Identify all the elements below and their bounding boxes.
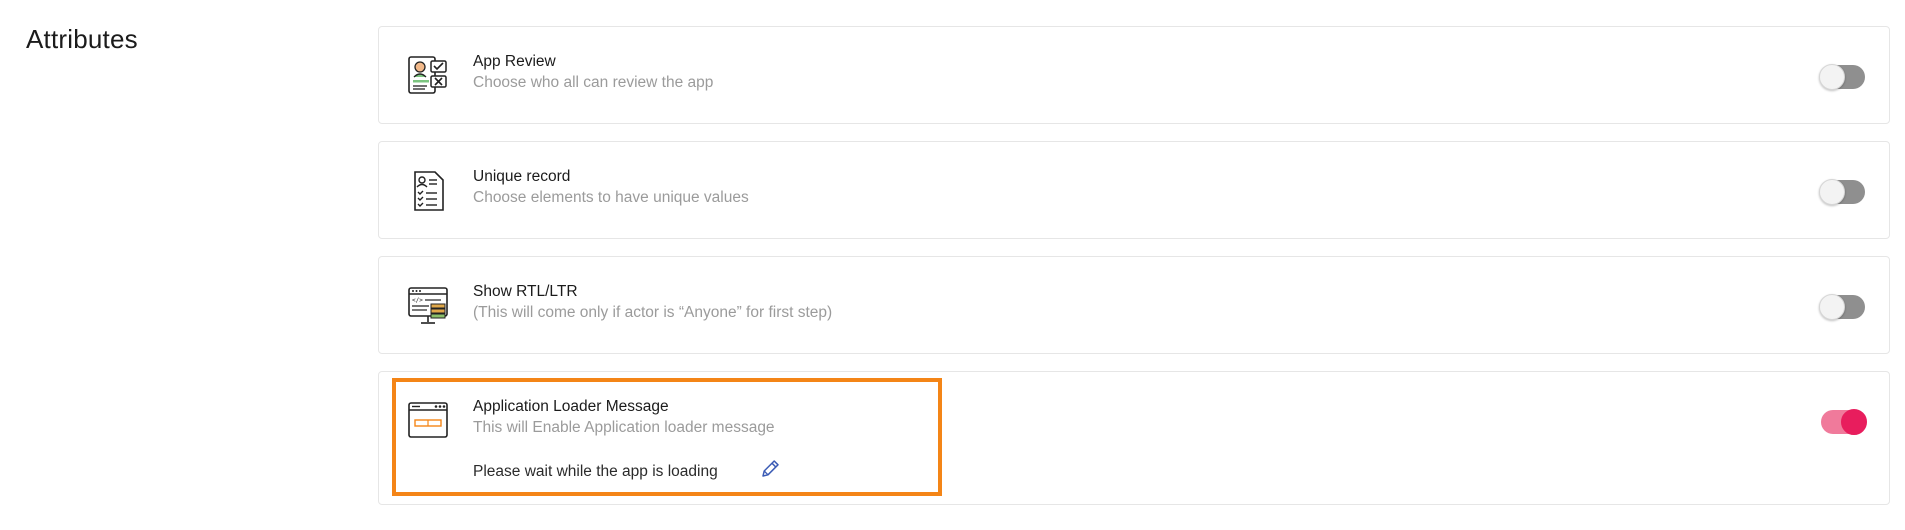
card-subtitle: Choose elements to have unique values	[473, 189, 749, 206]
loader-message-text: Please wait while the app is loading	[473, 463, 718, 480]
unique-record-icon	[414, 171, 444, 211]
svg-text:</>: </>	[412, 297, 423, 304]
application-loader-toggle[interactable]	[1821, 409, 1867, 435]
section-title: Attributes	[26, 24, 138, 54]
card-title: App Review	[473, 53, 556, 70]
card-title: Application Loader Message	[473, 398, 669, 415]
card-title: Show RTL/LTR	[473, 283, 578, 300]
unique-record-toggle[interactable]	[1819, 179, 1865, 205]
rtl-ltr-toggle[interactable]	[1819, 294, 1865, 320]
application-loader-card: Application Loader Message This will Ena…	[378, 371, 1890, 505]
toggle-knob	[1819, 294, 1845, 320]
app-review-icon	[408, 56, 447, 94]
unique-record-card: Unique record Choose elements to have un…	[378, 141, 1890, 239]
card-subtitle: Choose who all can review the app	[473, 74, 714, 91]
app-review-card: App Review Choose who all can review the…	[378, 26, 1890, 124]
toggle-knob	[1819, 179, 1845, 205]
toggle-knob	[1841, 409, 1867, 435]
toggle-knob	[1819, 64, 1845, 90]
rtl-ltr-icon: </>	[408, 287, 448, 324]
rtl-ltr-card: </> Show RTL/LTR (This will come only if…	[378, 256, 1890, 354]
app-review-toggle[interactable]	[1819, 64, 1865, 90]
card-subtitle: This will Enable Application loader mess…	[473, 419, 775, 436]
loader-window-icon	[408, 402, 448, 438]
card-subtitle: (This will come only if actor is “Anyone…	[473, 304, 833, 321]
card-title: Unique record	[473, 168, 571, 185]
edit-pencil-icon[interactable]	[759, 458, 781, 480]
